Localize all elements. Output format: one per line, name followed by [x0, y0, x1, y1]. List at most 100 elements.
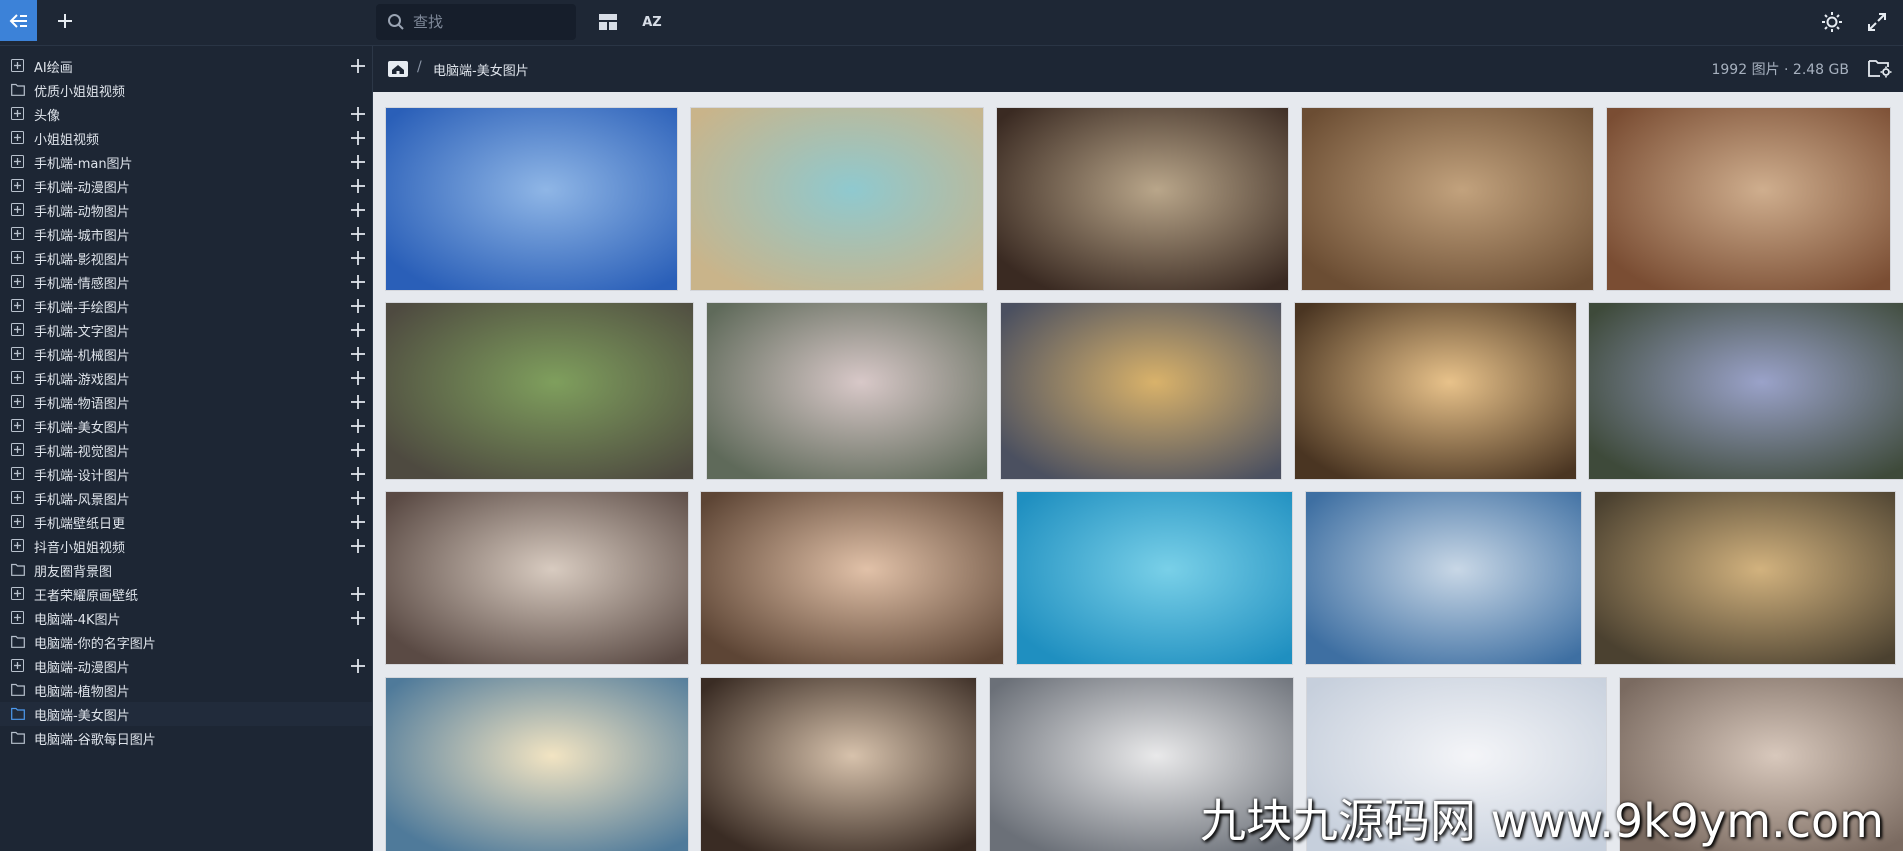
expand-box-icon[interactable]: [11, 395, 24, 408]
expand-box-icon[interactable]: [11, 275, 24, 288]
add-subfolder-icon[interactable]: [350, 346, 366, 362]
image-thumbnail[interactable]: [1295, 303, 1576, 479]
add-subfolder-icon[interactable]: [350, 514, 366, 530]
add-subfolder-icon[interactable]: [350, 58, 366, 74]
toggle-sidebar-button[interactable]: [0, 0, 37, 41]
expand-box-icon[interactable]: [11, 323, 24, 336]
expand-box-icon[interactable]: [11, 371, 24, 384]
add-subfolder-icon[interactable]: [350, 658, 366, 674]
sidebar-folder-item[interactable]: 电脑端-4K图片: [0, 606, 372, 630]
sidebar-folder-item[interactable]: 手机端-机械图片: [0, 342, 372, 366]
expand-box-icon[interactable]: [11, 179, 24, 192]
image-thumbnail[interactable]: [386, 303, 693, 479]
layout-button[interactable]: [594, 9, 622, 35]
expand-box-icon[interactable]: [11, 203, 24, 216]
sidebar-folder-item[interactable]: 手机端-手绘图片: [0, 294, 372, 318]
sidebar-folder-item[interactable]: 朋友圈背景图: [0, 558, 372, 582]
image-thumbnail[interactable]: [1607, 108, 1890, 290]
sidebar-folder-item[interactable]: 手机端-城市图片: [0, 222, 372, 246]
expand-box-icon[interactable]: [11, 251, 24, 264]
add-subfolder-icon[interactable]: [350, 298, 366, 314]
sidebar-folder-item[interactable]: 电脑端-美女图片: [0, 702, 372, 726]
image-thumbnail[interactable]: [691, 108, 983, 290]
theme-toggle-button[interactable]: [1818, 9, 1846, 35]
add-subfolder-icon[interactable]: [350, 490, 366, 506]
expand-box-icon[interactable]: [11, 107, 24, 120]
sidebar-folder-item[interactable]: 手机端-物语图片: [0, 390, 372, 414]
sidebar-folder-item[interactable]: 电脑端-谷歌每日图片: [0, 726, 372, 750]
add-subfolder-icon[interactable]: [350, 202, 366, 218]
expand-box-icon[interactable]: [11, 467, 24, 480]
sidebar-folder-item[interactable]: 手机端-游戏图片: [0, 366, 372, 390]
add-subfolder-icon[interactable]: [350, 106, 366, 122]
expand-box-icon[interactable]: [11, 227, 24, 240]
image-thumbnail[interactable]: [997, 108, 1288, 290]
add-subfolder-icon[interactable]: [350, 178, 366, 194]
expand-box-icon[interactable]: [11, 611, 24, 624]
image-thumbnail[interactable]: [1306, 492, 1581, 664]
sidebar-folder-item[interactable]: 手机端-文字图片: [0, 318, 372, 342]
sidebar-folder-item[interactable]: 手机端-设计图片: [0, 462, 372, 486]
expand-box-icon[interactable]: [11, 587, 24, 600]
expand-box-icon[interactable]: [11, 515, 24, 528]
sidebar-folder-item[interactable]: 优质小姐姐视频: [0, 78, 372, 102]
sidebar-folder-item[interactable]: 手机端-man图片: [0, 150, 372, 174]
image-thumbnail[interactable]: [701, 492, 1003, 664]
image-thumbnail[interactable]: [707, 303, 987, 479]
add-subfolder-icon[interactable]: [350, 394, 366, 410]
image-thumbnail[interactable]: [1589, 303, 1903, 479]
image-thumbnail[interactable]: [1302, 108, 1593, 290]
add-subfolder-icon[interactable]: [350, 130, 366, 146]
expand-box-icon[interactable]: [11, 299, 24, 312]
expand-box-icon[interactable]: [11, 59, 24, 72]
sidebar-folder-item[interactable]: 电脑端-你的名字图片: [0, 630, 372, 654]
sidebar-folder-item[interactable]: 小姐姐视频: [0, 126, 372, 150]
add-subfolder-icon[interactable]: [350, 418, 366, 434]
expand-box-icon[interactable]: [11, 131, 24, 144]
sidebar-folder-item[interactable]: 王者荣耀原画壁纸: [0, 582, 372, 606]
add-subfolder-icon[interactable]: [350, 466, 366, 482]
sidebar-folder-item[interactable]: 手机端-情感图片: [0, 270, 372, 294]
image-thumbnail[interactable]: [701, 678, 976, 851]
add-subfolder-icon[interactable]: [350, 250, 366, 266]
search-input[interactable]: [411, 12, 565, 32]
expand-box-icon[interactable]: [11, 659, 24, 672]
sidebar-folder-item[interactable]: 手机端壁纸日更: [0, 510, 372, 534]
expand-box-icon[interactable]: [11, 491, 24, 504]
sidebar-folder-item[interactable]: 电脑端-植物图片: [0, 678, 372, 702]
sidebar-folder-item[interactable]: AI绘画: [0, 54, 372, 78]
sort-button[interactable]: AZ: [638, 9, 666, 35]
sidebar-folder-item[interactable]: 手机端-动漫图片: [0, 174, 372, 198]
fullscreen-button[interactable]: [1863, 9, 1891, 35]
image-thumbnail[interactable]: [1595, 492, 1895, 664]
sidebar-folder-item[interactable]: 手机端-影视图片: [0, 246, 372, 270]
sidebar-folder-item[interactable]: 电脑端-动漫图片: [0, 654, 372, 678]
sidebar-folder-item[interactable]: 头像: [0, 102, 372, 126]
image-thumbnail[interactable]: [1017, 492, 1292, 664]
image-thumbnail[interactable]: [386, 492, 688, 664]
image-thumbnail[interactable]: [386, 678, 688, 851]
expand-box-icon[interactable]: [11, 419, 24, 432]
add-subfolder-icon[interactable]: [350, 274, 366, 290]
add-subfolder-icon[interactable]: [350, 610, 366, 626]
home-button[interactable]: [388, 61, 408, 81]
sidebar-folder-item[interactable]: 抖音小姐姐视频: [0, 534, 372, 558]
sidebar-folder-item[interactable]: 手机端-风景图片: [0, 486, 372, 510]
expand-box-icon[interactable]: [11, 347, 24, 360]
expand-box-icon[interactable]: [11, 539, 24, 552]
add-subfolder-icon[interactable]: [350, 154, 366, 170]
add-subfolder-icon[interactable]: [350, 322, 366, 338]
add-subfolder-icon[interactable]: [350, 538, 366, 554]
sidebar-folder-item[interactable]: 手机端-视觉图片: [0, 438, 372, 462]
add-subfolder-icon[interactable]: [350, 370, 366, 386]
sidebar-folder-item[interactable]: 手机端-美女图片: [0, 414, 372, 438]
expand-box-icon[interactable]: [11, 443, 24, 456]
image-thumbnail[interactable]: [386, 108, 677, 290]
add-subfolder-icon[interactable]: [350, 586, 366, 602]
expand-box-icon[interactable]: [11, 155, 24, 168]
sidebar-folder-item[interactable]: 手机端-动物图片: [0, 198, 372, 222]
add-subfolder-icon[interactable]: [350, 226, 366, 242]
image-thumbnail[interactable]: [1001, 303, 1281, 479]
add-subfolder-icon[interactable]: [350, 442, 366, 458]
add-button[interactable]: [52, 8, 78, 34]
